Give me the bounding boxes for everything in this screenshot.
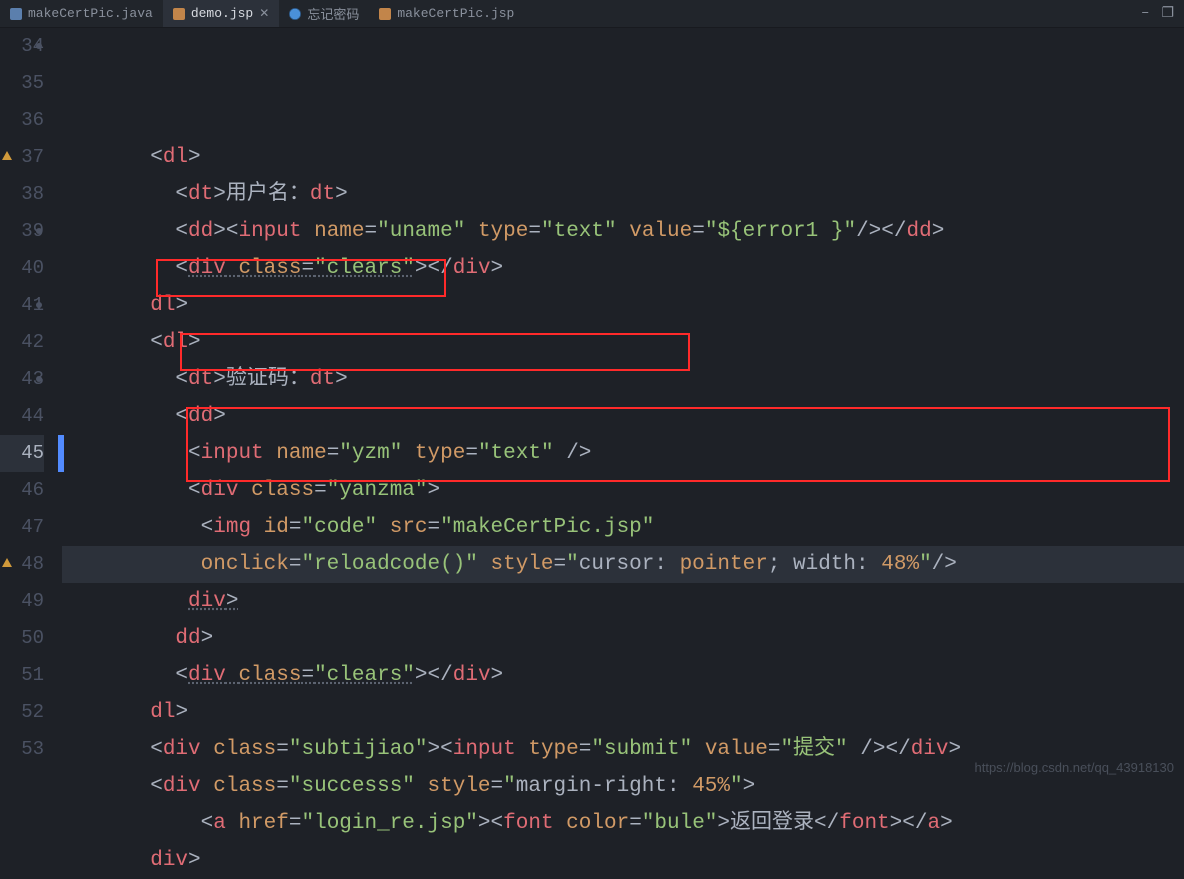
code-line: div> (62, 842, 1184, 879)
code-line: <dd><input name="uname" type="text" valu… (62, 213, 1184, 250)
line-number: 39 (0, 213, 44, 250)
line-number: 37 (0, 139, 44, 176)
line-number: 44 (0, 398, 44, 435)
code-line: <div class="clears"></div> (62, 250, 1184, 287)
code-line: dl> (62, 694, 1184, 731)
line-number: 35 (0, 65, 44, 102)
line-number: 41 (0, 287, 44, 324)
tab-0[interactable]: makeCertPic.java (0, 0, 163, 27)
minimize-button[interactable]: – (1141, 5, 1149, 22)
code-line: div> (62, 583, 1184, 620)
line-number: 50 (0, 620, 44, 657)
code-line: <dt>用户名：dt> (62, 176, 1184, 213)
code-line: onclick="reloadcode()" style="cursor: po… (62, 546, 1184, 583)
code-editor[interactable]: 3435363738394041424344454647484950515253… (0, 28, 1184, 781)
file-icon (173, 8, 185, 20)
caret-indicator (58, 435, 64, 472)
restore-button[interactable]: ❐ (1161, 5, 1174, 22)
line-number: 36 (0, 102, 44, 139)
watermark-text: https://blog.csdn.net/qq_43918130 (975, 760, 1175, 775)
code-line: dd> (62, 620, 1184, 657)
code-line: <a href="login_re.jsp"><font color="bule… (62, 805, 1184, 842)
line-number: 34 (0, 28, 44, 65)
line-number: 46 (0, 472, 44, 509)
code-line: <div class="clears"></div> (62, 657, 1184, 694)
tab-label: 忘记密码 (307, 4, 359, 23)
tab-1[interactable]: demo.jsp ✕ (163, 0, 279, 27)
line-number: 45 (0, 435, 44, 472)
close-icon[interactable]: ✕ (259, 6, 269, 21)
window-controls: – ❐ (1141, 5, 1184, 22)
file-icon (10, 8, 22, 20)
editor-tabbar: makeCertPic.java demo.jsp ✕ 忘记密码 makeCertPic… (0, 0, 1184, 28)
code-line: <input name="yzm" type="text" /> (62, 435, 1184, 472)
line-number: 38 (0, 176, 44, 213)
line-number: 48 (0, 546, 44, 583)
code-line: <dt>验证码：dt> (62, 361, 1184, 398)
code-line: <dl> (62, 324, 1184, 361)
tab-3[interactable]: makeCertPic.jsp (369, 0, 524, 27)
line-number: 53 (0, 731, 44, 768)
tab-2[interactable]: 忘记密码 (279, 0, 369, 27)
tab-label: makeCertPic.jsp (397, 6, 514, 21)
tab-label: makeCertPic.java (28, 6, 153, 21)
line-number: 47 (0, 509, 44, 546)
line-number-gutter: 3435363738394041424344454647484950515253 (0, 28, 58, 781)
code-line: dl> (62, 287, 1184, 324)
code-line: <img id="code" src="makeCertPic.jsp" (62, 509, 1184, 546)
line-number: 51 (0, 657, 44, 694)
line-number: 49 (0, 583, 44, 620)
tab-label: demo.jsp (191, 6, 253, 21)
code-line: <dl> (62, 139, 1184, 176)
code-line: <div class="yanzma"> (62, 472, 1184, 509)
code-line: <dd> (62, 398, 1184, 435)
line-number: 42 (0, 324, 44, 361)
line-number: 40 (0, 250, 44, 287)
file-icon (379, 8, 391, 20)
code-area[interactable]: <dl> <dt>用户名：dt> <dd><input name="uname"… (58, 28, 1184, 781)
file-icon (289, 8, 301, 20)
line-number: 52 (0, 694, 44, 731)
line-number: 43 (0, 361, 44, 398)
